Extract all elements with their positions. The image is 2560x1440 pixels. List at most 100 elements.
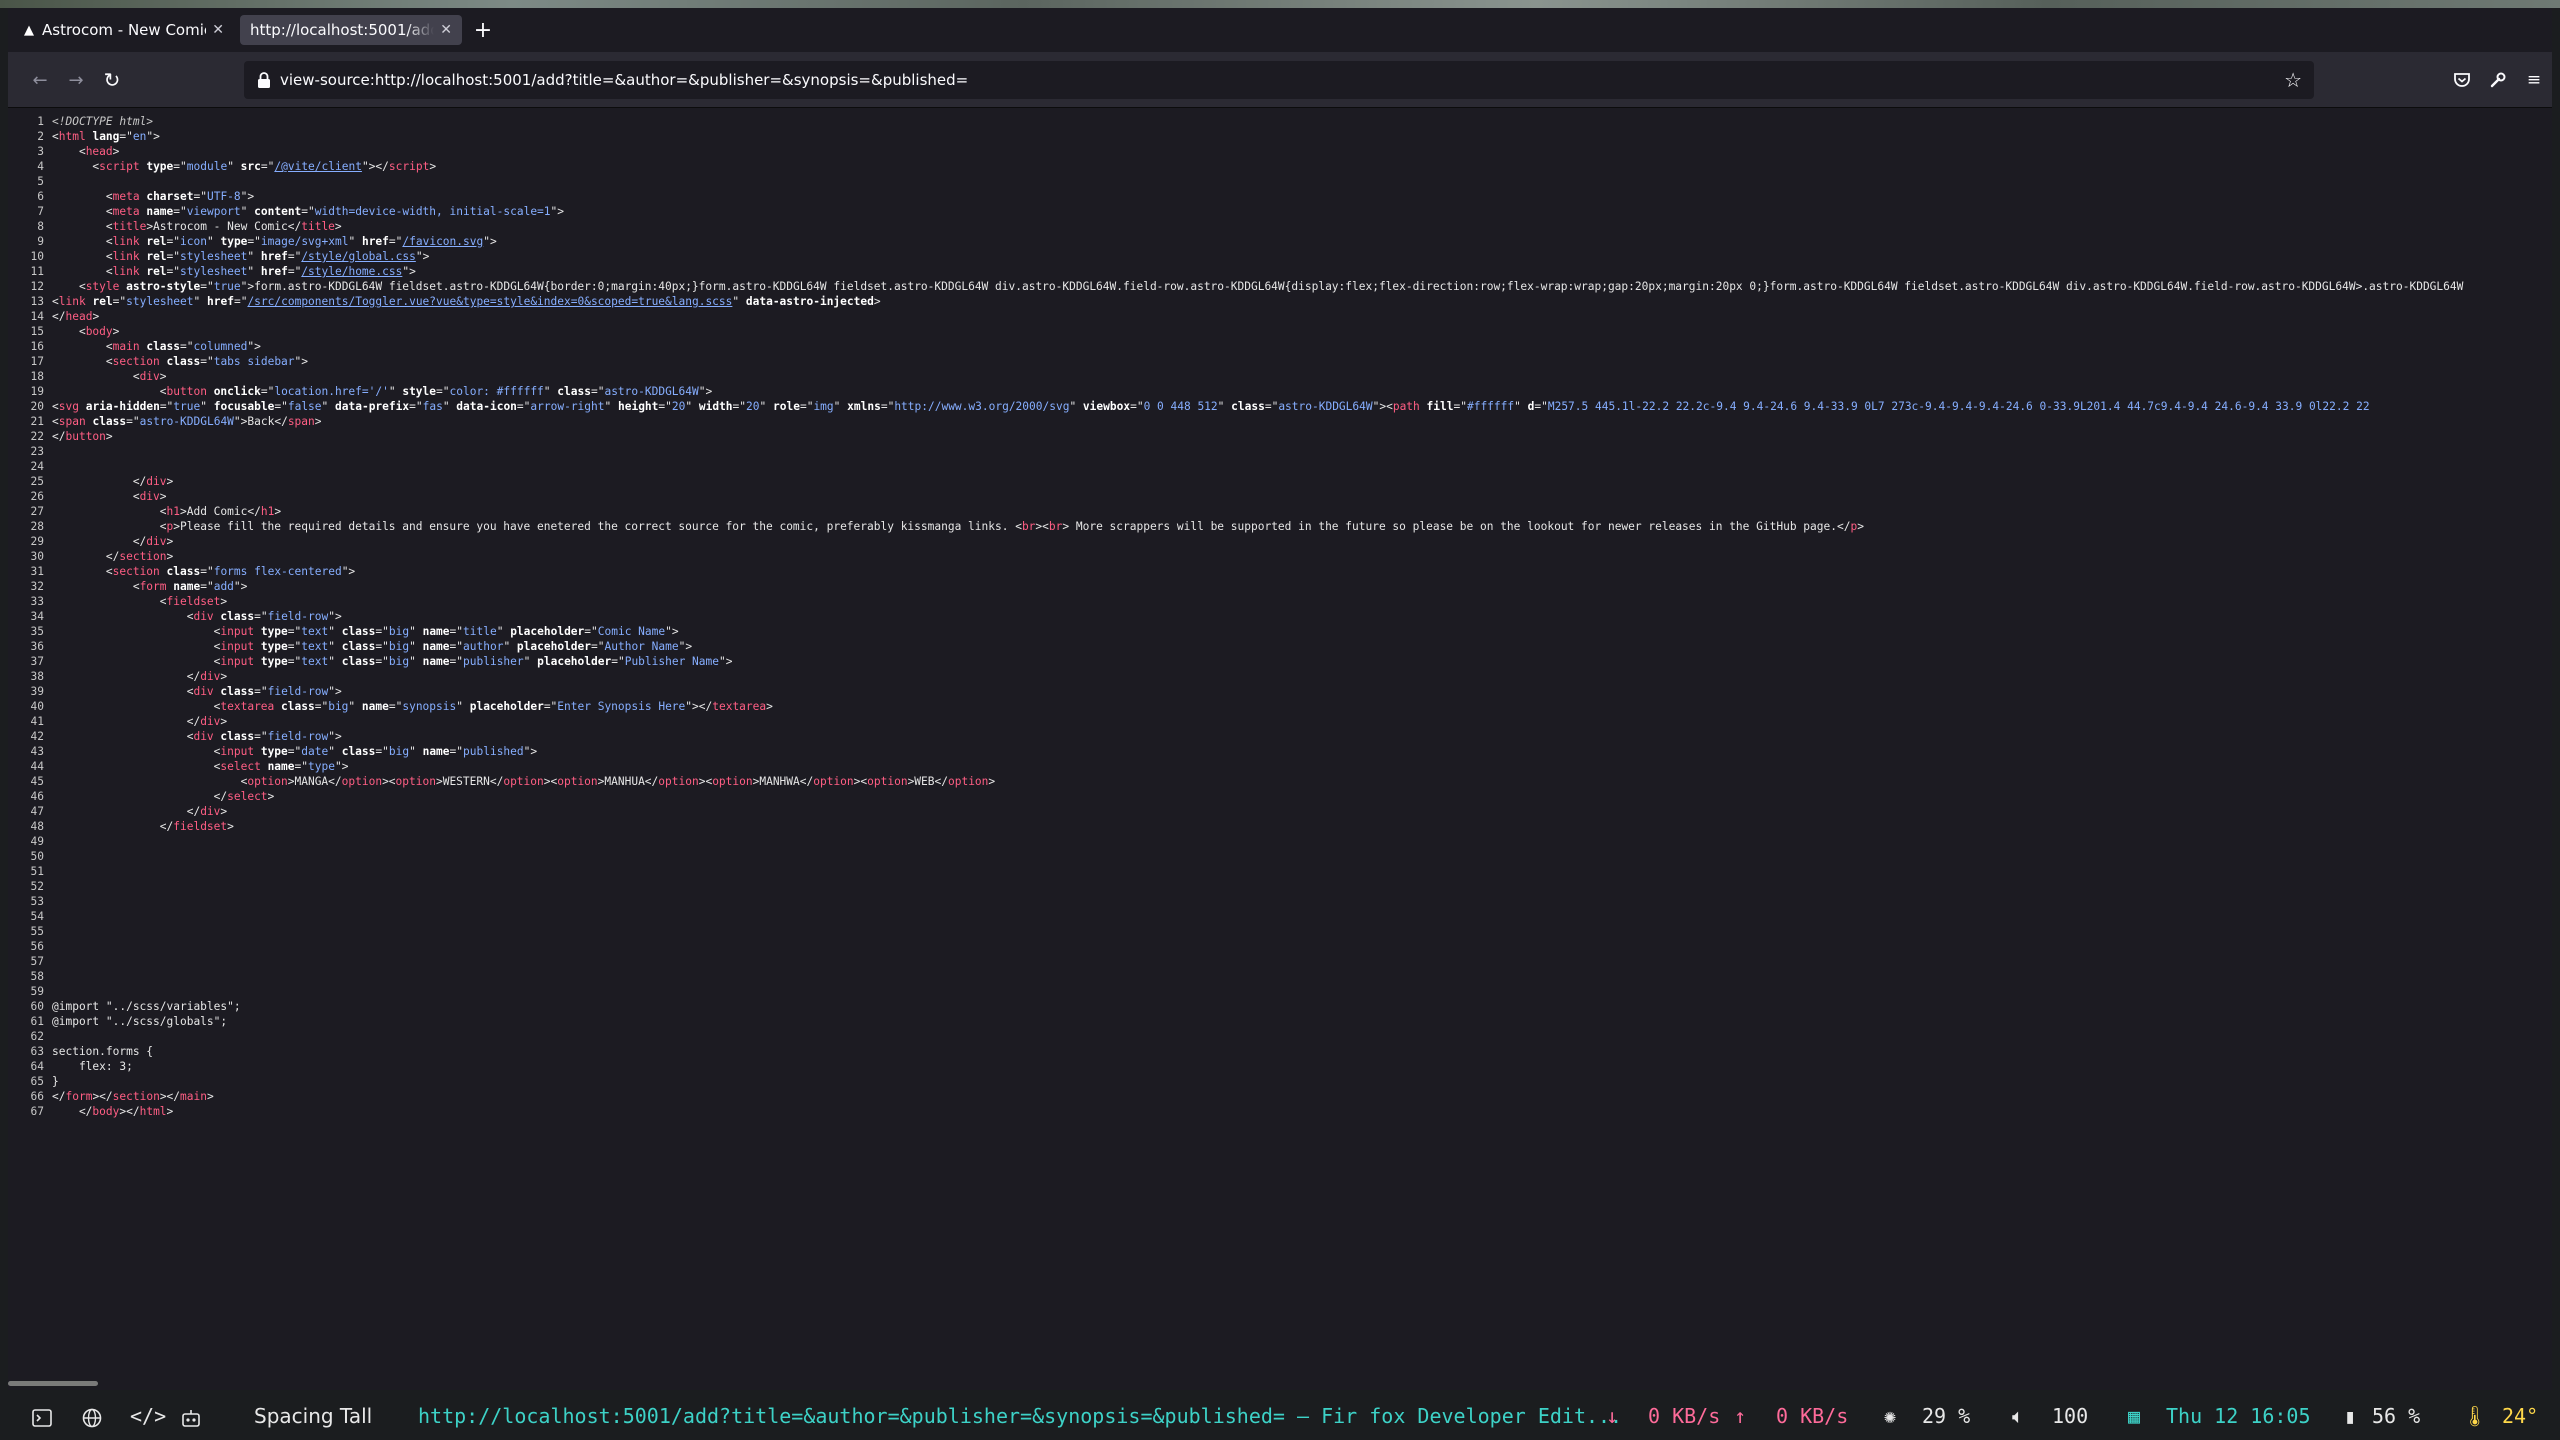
source-code: <main class="columned"> xyxy=(52,340,261,353)
download-arrow-icon: ↓ xyxy=(1606,1404,1619,1428)
source-line: 39 <div class="field-row"> xyxy=(8,684,342,699)
battery-value: 56 % xyxy=(2372,1404,2421,1428)
brightness-icon: ✺ xyxy=(1884,1404,1897,1428)
brightness-value[interactable]: 29 % xyxy=(1922,1398,1970,1434)
forward-icon[interactable]: → xyxy=(62,66,90,94)
devtools-icon[interactable] xyxy=(2484,66,2512,94)
source-line: 4 <script type="module" src="/@vite/clie… xyxy=(8,159,436,174)
source-code: <link rel="stylesheet" href="/src/compon… xyxy=(52,295,881,308)
source-line: 34 <div class="field-row"> xyxy=(8,609,342,624)
source-line: 48 </fieldset> xyxy=(8,819,234,834)
horizontal-scrollbar[interactable] xyxy=(8,1381,98,1386)
line-number: 54 xyxy=(30,910,44,923)
source-code: <option>MANGA</option><option>WESTERN</o… xyxy=(52,775,996,788)
line-number: 13 xyxy=(30,295,44,308)
source-code: <link rel="stylesheet" href="/style/glob… xyxy=(52,250,430,263)
close-tab-icon[interactable]: ✕ xyxy=(440,22,452,38)
source-line: 24 xyxy=(8,459,52,474)
layout-indicator[interactable]: Spacing Tall xyxy=(254,1398,372,1434)
line-number: 23 xyxy=(30,445,44,458)
close-tab-icon[interactable]: ✕ xyxy=(212,22,224,38)
url-text[interactable]: view-source:http://localhost:5001/add?ti… xyxy=(280,61,968,99)
source-line: 28 <p>Please fill the required details a… xyxy=(8,519,1864,534)
source-line: 40 <textarea class="big" name="synopsis"… xyxy=(8,699,773,714)
line-number: 31 xyxy=(30,565,44,578)
globe-icon[interactable] xyxy=(82,1398,102,1434)
source-line: 52 xyxy=(8,879,52,894)
source-line: 44 <select name="type"> xyxy=(8,759,349,774)
terminal-icon[interactable] xyxy=(32,1398,52,1434)
line-number: 47 xyxy=(30,805,44,818)
source-code: <div class="field-row"> xyxy=(52,610,342,623)
thermometer-icon: 🌡︎ xyxy=(2462,1404,2488,1428)
menu-icon[interactable]: ≡ xyxy=(2520,66,2548,94)
source-line: 21 <span class="astro-KDDGL64W">Back</spa… xyxy=(8,414,322,429)
source-code: } xyxy=(52,1075,59,1088)
source-line: 2 <html lang="en"> xyxy=(8,129,160,144)
active-window-title: http://localhost:5001/add?title=&author=… xyxy=(418,1404,1623,1428)
source-code: <section class="forms flex-centered"> xyxy=(52,565,356,578)
source-line: 29 </div> xyxy=(8,534,174,549)
back-icon[interactable]: ← xyxy=(26,66,54,94)
line-number: 44 xyxy=(30,760,44,773)
tab-view-source[interactable]: http://localhost:5001/add?title=&author=… xyxy=(240,15,462,45)
astro-logo-icon: ▲ xyxy=(24,22,34,38)
source-line: 42 <div class="field-row"> xyxy=(8,729,342,744)
source-code: flex: 3; xyxy=(52,1060,133,1073)
source-code: </div> xyxy=(52,670,228,683)
volume-value[interactable]: 100 xyxy=(2052,1398,2088,1434)
source-line: 10 <link rel="stylesheet" href="/style/g… xyxy=(8,249,430,264)
source-code: </div> xyxy=(52,805,228,818)
line-number: 53 xyxy=(30,895,44,908)
source-code: <meta charset="UTF-8"> xyxy=(52,190,255,203)
source-code: <textarea class="big" name="synopsis" pl… xyxy=(52,700,773,713)
source-code: <section class="tabs sidebar"> xyxy=(52,355,309,368)
line-number: 40 xyxy=(30,700,44,713)
navigation-bar: ← → ↻ view-source:http://localhost:5001/… xyxy=(8,52,2552,108)
source-line: 18 <div> xyxy=(8,369,167,384)
line-number: 8 xyxy=(37,220,44,233)
tab-bar: ▲ Astrocom - New Comic ✕ http://localhos… xyxy=(8,8,2552,52)
line-number: 59 xyxy=(30,985,44,998)
code-icon[interactable]: </> xyxy=(130,1398,166,1434)
source-line: 11 <link rel="stylesheet" href="/style/h… xyxy=(8,264,416,279)
robot-icon[interactable] xyxy=(180,1398,202,1434)
reload-icon[interactable]: ↻ xyxy=(98,66,126,94)
line-number: 45 xyxy=(30,775,44,788)
source-line: 7 <meta name="viewport" content="width=d… xyxy=(8,204,564,219)
tab-title: Astrocom - New Comic xyxy=(42,21,207,39)
source-line: 20 <svg aria-hidden="true" focusable="fal… xyxy=(8,399,2370,414)
new-tab-icon[interactable]: + xyxy=(470,17,496,43)
line-number: 37 xyxy=(30,655,44,668)
source-code: <title>Astrocom - New Comic</title> xyxy=(52,220,342,233)
line-number: 21 xyxy=(30,415,44,428)
tab-astrocom[interactable]: ▲ Astrocom - New Comic ✕ xyxy=(14,15,234,45)
line-number: 42 xyxy=(30,730,44,743)
line-number: 14 xyxy=(30,310,44,323)
volume-icon: 🔈︎ xyxy=(2012,1404,2024,1428)
source-line: 3 <head> xyxy=(8,144,119,159)
bookmark-star-icon[interactable]: ☆ xyxy=(2284,61,2302,99)
line-number: 36 xyxy=(30,640,44,653)
source-code: <style astro-style="true">form.astro-KDD… xyxy=(52,280,2464,293)
source-code: <html lang="en"> xyxy=(52,130,160,143)
source-code: <body> xyxy=(52,325,120,338)
source-line: 9 <link rel="icon" type="image/svg+xml" … xyxy=(8,234,496,249)
source-line: 25 </div> xyxy=(8,474,174,489)
source-line: 32 <form name="add"> xyxy=(8,579,248,594)
line-number: 60 xyxy=(30,1000,44,1013)
line-number: 2 xyxy=(37,130,44,143)
source-code: <h1>Add Comic</h1> xyxy=(52,505,282,518)
line-number: 35 xyxy=(30,625,44,638)
calendar-icon: ▦ xyxy=(2128,1404,2141,1428)
clock-datetime[interactable]: Thu 12 16:05 xyxy=(2166,1398,2311,1434)
source-code: </div> xyxy=(52,475,174,488)
source-line: 33 <fieldset> xyxy=(8,594,228,609)
pocket-icon[interactable] xyxy=(2448,66,2476,94)
source-line: 26 <div> xyxy=(8,489,167,504)
source-code: <div> xyxy=(52,370,167,383)
source-line: 43 <input type="date" class="big" name="… xyxy=(8,744,538,759)
line-number: 26 xyxy=(30,490,44,503)
url-bar[interactable]: view-source:http://localhost:5001/add?ti… xyxy=(244,61,2314,99)
line-number: 7 xyxy=(37,205,44,218)
